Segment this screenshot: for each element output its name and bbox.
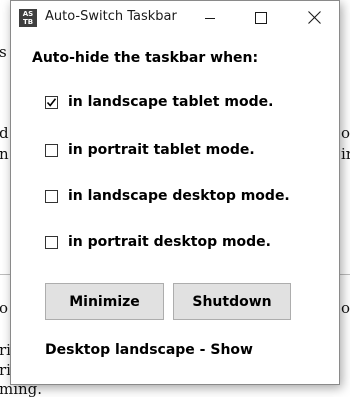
option-portrait-desktop[interactable]: in portrait desktop mode.: [45, 232, 271, 252]
option-label: in portrait tablet mode.: [68, 142, 255, 158]
checkbox-landscape-tablet[interactable]: [45, 95, 58, 109]
app-icon-text-top: AS: [22, 10, 34, 18]
checkbox-landscape-desktop[interactable]: [45, 189, 58, 203]
background-text-fragment: s: [0, 43, 7, 61]
minimize-icon: [205, 17, 215, 19]
option-landscape-tablet[interactable]: in landscape tablet mode.: [45, 92, 273, 112]
status-text: Desktop landscape - Show: [45, 342, 253, 358]
background-text-fragment: ir: [341, 145, 350, 163]
background-text-fragment: o: [0, 299, 9, 317]
close-icon: [307, 11, 321, 24]
shutdown-button[interactable]: Shutdown: [173, 283, 291, 320]
option-landscape-desktop[interactable]: in landscape desktop mode.: [45, 186, 290, 206]
minimize-window-button[interactable]: [187, 1, 233, 34]
app-icon: AS TB: [19, 9, 37, 27]
checkbox-portrait-desktop[interactable]: [45, 235, 58, 249]
checkbox-portrait-tablet[interactable]: [45, 143, 58, 157]
checkmark-icon: [46, 97, 57, 107]
dialog-content: Auto-hide the taskbar when: in landscape…: [11, 34, 339, 384]
maximize-icon: [255, 11, 267, 24]
background-text-fragment: o: [341, 299, 350, 317]
option-label: in portrait desktop mode.: [68, 234, 271, 250]
background-text-fragment: d: [0, 124, 9, 142]
auto-hide-heading: Auto-hide the taskbar when:: [32, 50, 259, 66]
option-label: in landscape tablet mode.: [68, 94, 274, 110]
window-title: Auto-Switch Taskbar: [45, 9, 177, 24]
title-bar[interactable]: AS TB Auto-Switch Taskbar: [11, 1, 339, 34]
background-divider: [340, 274, 350, 275]
background-text-fragment: n: [0, 145, 9, 163]
maximize-window-button[interactable]: [238, 1, 284, 34]
close-window-button[interactable]: [291, 1, 337, 34]
app-icon-text-bottom: TB: [22, 18, 34, 26]
background-text-fragment: or: [341, 124, 350, 142]
option-label: in landscape desktop mode.: [68, 188, 290, 204]
background-divider: [0, 274, 10, 275]
auto-switch-taskbar-window: AS TB Auto-Switch Taskbar Auto-hide the …: [10, 0, 340, 385]
minimize-button[interactable]: Minimize: [45, 283, 164, 320]
option-portrait-tablet[interactable]: in portrait tablet mode.: [45, 140, 255, 160]
